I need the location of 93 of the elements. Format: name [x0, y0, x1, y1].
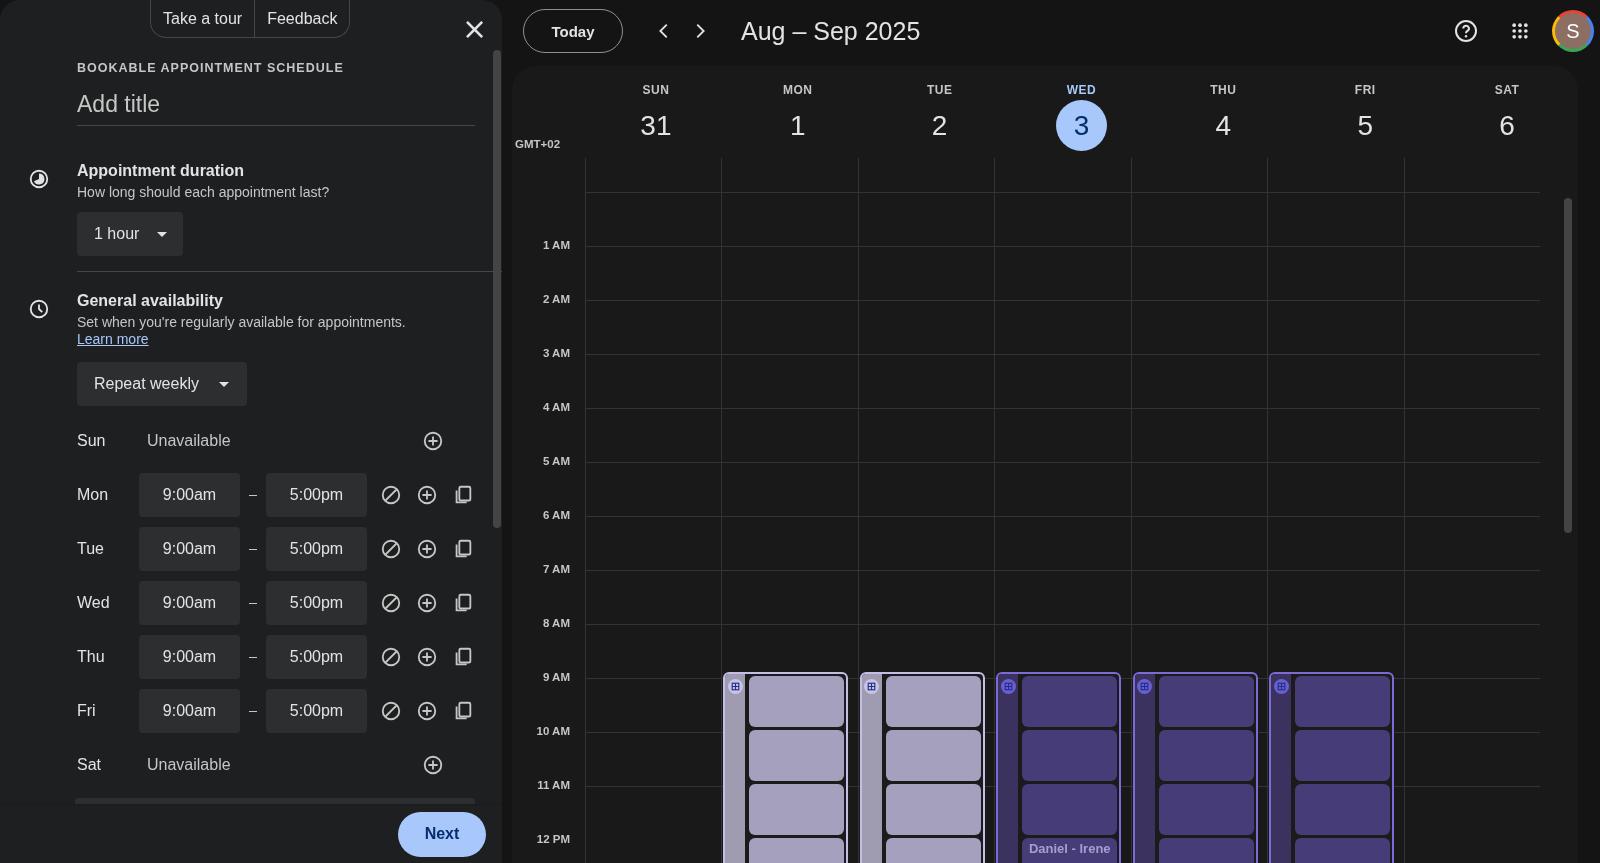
- hour-label: 4 AM: [542, 401, 570, 413]
- hour-label: 11 AM: [537, 779, 570, 791]
- dash-icon: [249, 548, 257, 550]
- learn-more-link[interactable]: Learn more: [77, 331, 149, 347]
- caret-icon: [157, 231, 168, 237]
- grid-icon: [1137, 679, 1153, 694]
- close-button[interactable]: ×: [458, 14, 492, 44]
- next-button[interactable]: Next: [398, 811, 486, 857]
- day-label: Fri: [77, 702, 97, 720]
- day-label: Sat: [77, 756, 102, 774]
- dash-icon: [249, 656, 257, 658]
- start-time-field[interactable]: 9:00am: [139, 581, 240, 625]
- block-icon[interactable]: [380, 646, 402, 668]
- hour-label: 5 AM: [542, 455, 570, 467]
- hour-label: 3 AM: [542, 347, 570, 359]
- add-icon[interactable]: [416, 484, 438, 506]
- timezone-label: GMT+02: [515, 138, 561, 150]
- avatar[interactable]: S: [1552, 10, 1594, 52]
- date-number[interactable]: 5: [1339, 100, 1391, 151]
- start-time-field[interactable]: 9:00am: [139, 635, 240, 679]
- timer-icon: [28, 168, 50, 190]
- hour-label: 8 AM: [542, 617, 570, 629]
- weekday-label: MON: [783, 83, 813, 97]
- weekday-label: FRI: [1354, 83, 1376, 97]
- top-link[interactable]: Take a tour: [151, 0, 255, 37]
- clock-icon: [28, 298, 50, 320]
- hour-label: 2 AM: [542, 293, 570, 305]
- add-icon[interactable]: [416, 646, 438, 668]
- section-title: Appointment duration: [77, 162, 246, 180]
- section-description: Set when you're regularly available for appointments.: [77, 314, 406, 330]
- weekday-label: THU: [1210, 83, 1237, 97]
- apps-icon[interactable]: [1510, 21, 1530, 41]
- weekday-label: SUN: [642, 83, 670, 97]
- caret-icon: [218, 381, 229, 387]
- start-time-field[interactable]: 9:00am: [139, 689, 240, 733]
- date-number[interactable]: 1: [772, 100, 824, 151]
- unavailable-label: Unavailable: [146, 432, 232, 450]
- panel-heading: BOOKABLE APPOINTMENT SCHEDULE: [77, 61, 345, 75]
- date-number[interactable]: 2: [914, 100, 966, 151]
- grid-icon: [1000, 679, 1016, 694]
- appointment-slot[interactable]: Daniel - Irene: [1022, 838, 1118, 863]
- help-icon[interactable]: [1454, 19, 1478, 43]
- dash-icon: [249, 710, 257, 712]
- date-number[interactable]: 6: [1481, 100, 1533, 151]
- day-label: Tue: [77, 540, 105, 558]
- end-time-field[interactable]: 5:00pm: [266, 689, 367, 733]
- dash-icon: [249, 494, 257, 496]
- grid-icon: [1273, 679, 1289, 694]
- repeat-dropdown[interactable]: Repeat weekly: [77, 362, 247, 406]
- dash-icon: [249, 602, 257, 604]
- hour-label: 6 AM: [542, 509, 570, 521]
- hour-label: 12 PM: [536, 833, 570, 845]
- hour-label: 9 AM: [542, 671, 570, 683]
- start-time-field[interactable]: 9:00am: [139, 527, 240, 571]
- day-label: Mon: [77, 486, 110, 504]
- weekday-label: TUE: [926, 83, 953, 97]
- hour-label: 10 AM: [536, 725, 570, 737]
- date-number[interactable]: 3: [1056, 100, 1107, 151]
- end-time-field[interactable]: 5:00pm: [266, 473, 367, 517]
- hour-label: 1 AM: [542, 239, 570, 251]
- weekday-label: WED: [1066, 83, 1097, 97]
- section-description: How long should each appointment last?: [77, 184, 331, 200]
- block-icon[interactable]: [380, 484, 402, 506]
- add-icon[interactable]: [416, 700, 438, 722]
- end-time-field[interactable]: 5:00pm: [266, 527, 367, 571]
- add-icon[interactable]: [422, 754, 444, 776]
- day-label: Sun: [77, 432, 107, 450]
- date-number[interactable]: 4: [1197, 100, 1249, 151]
- hour-label: 7 AM: [542, 563, 570, 575]
- grid-icon: [727, 679, 743, 694]
- date-range-title: Aug – Sep 2025: [741, 16, 921, 46]
- section-title: General availability: [77, 292, 224, 310]
- add-icon[interactable]: [416, 538, 438, 560]
- appointment-block[interactable]: Daniel - Irene: [996, 672, 1122, 863]
- add-icon[interactable]: [416, 592, 438, 614]
- add-icon[interactable]: [422, 430, 444, 452]
- date-number[interactable]: 31: [630, 100, 682, 151]
- scrollbar[interactable]: [493, 50, 501, 528]
- top-link[interactable]: Feedback: [254, 0, 350, 37]
- day-label: Wed: [77, 594, 111, 612]
- unavailable-label: Unavailable: [146, 756, 232, 774]
- grid-icon: [864, 679, 880, 694]
- weekday-label: SAT: [1494, 83, 1520, 97]
- day-label: Thu: [77, 648, 106, 666]
- block-icon[interactable]: [380, 700, 402, 722]
- scrollbar[interactable]: [1564, 198, 1572, 533]
- block-icon[interactable]: [380, 592, 402, 614]
- title-field[interactable]: Add title: [77, 87, 475, 126]
- duration-dropdown[interactable]: 1 hour: [77, 212, 184, 256]
- start-time-field[interactable]: 9:00am: [139, 473, 240, 517]
- block-icon[interactable]: [380, 538, 402, 560]
- end-time-field[interactable]: 5:00pm: [266, 635, 367, 679]
- end-time-field[interactable]: 5:00pm: [266, 581, 367, 625]
